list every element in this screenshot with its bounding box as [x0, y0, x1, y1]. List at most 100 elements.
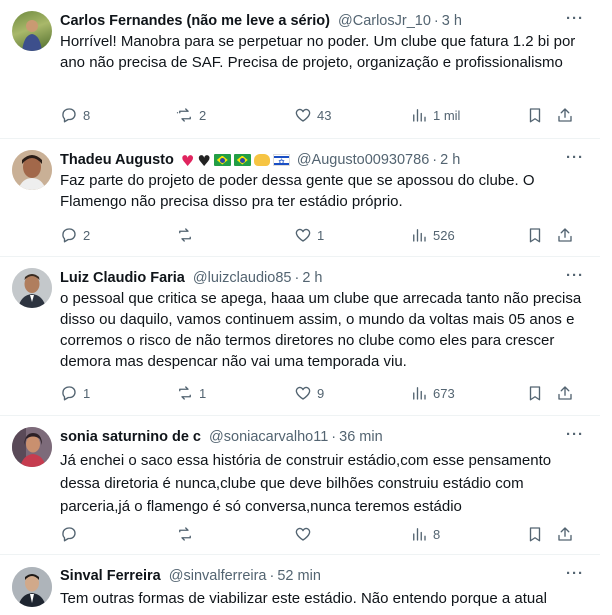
views-button[interactable]: 8 [410, 522, 440, 546]
separator-dot: · [269, 568, 275, 584]
black-heart-icon: ♥ [197, 152, 211, 170]
bookmark-button[interactable] [526, 103, 544, 127]
name-emojis: ♥ ♥ [180, 152, 297, 170]
separator-dot: · [432, 152, 438, 168]
repost-button[interactable]: 2 [176, 103, 206, 127]
views-button[interactable]: 526 [410, 223, 455, 247]
author-handle[interactable]: @CarlosJr_10 [338, 13, 431, 29]
author-handle[interactable]: @Augusto00930786 [297, 152, 429, 168]
views-icon [413, 528, 426, 541]
repost-icon [179, 386, 191, 400]
author-name[interactable]: Thadeu Augusto [60, 152, 174, 168]
author-handle[interactable]: @soniacarvalho11 [209, 429, 328, 445]
like-button[interactable]: 9 [294, 381, 324, 405]
repost-count: 2 [199, 107, 207, 123]
tweet-text: Já enchei o saco essa história de constr… [60, 452, 552, 515]
tweet-header: sonia saturnino de c @soniacarvalho11 · 36… [60, 427, 586, 447]
more-options-icon[interactable]: ··· [564, 267, 586, 287]
share-button[interactable] [556, 103, 574, 127]
view-count: 673 [433, 385, 455, 401]
more-options-icon[interactable]: ··· [564, 426, 586, 446]
author-name[interactable]: Carlos Fernandes (não me leve a sério) [60, 13, 330, 29]
tweet-header: Sinval Ferreira @sinvalferreira · 52 min [60, 566, 586, 586]
repost-button[interactable] [176, 522, 199, 546]
tweet-text: Horrível! Manobra para se perpetuar no p… [60, 33, 576, 71]
heart-icon [295, 228, 311, 242]
tweet[interactable]: sonia saturnino de c @soniacarvalho11 · 36… [0, 416, 600, 552]
share-button[interactable] [556, 381, 574, 405]
author-name[interactable]: sonia saturnino de c [60, 429, 201, 445]
timestamp[interactable]: 36 min [339, 429, 383, 445]
timestamp[interactable]: 52 min [277, 568, 321, 584]
share-icon [558, 228, 572, 242]
author-name[interactable]: Luiz Claudio Faria [60, 270, 185, 286]
author-handle[interactable]: @sinvalferreira [169, 568, 267, 584]
tweet[interactable]: Thadeu Augusto ♥♥ @Augusto00930786·2 h ·… [0, 139, 600, 259]
bookmark-button[interactable] [526, 223, 544, 247]
handshake-icon [253, 154, 270, 166]
repost-icon [179, 527, 191, 541]
reply-button[interactable] [60, 522, 83, 546]
views-icon [413, 109, 426, 122]
bookmark-button[interactable] [526, 381, 544, 405]
author-name[interactable]: Sinval Ferreira [60, 568, 161, 584]
avatar[interactable] [12, 11, 52, 51]
brazil-flag-icon [213, 154, 231, 166]
heart-icon [295, 108, 311, 122]
timestamp[interactable]: 2 h [440, 152, 460, 168]
tweet[interactable]: Luiz Claudio Faria @luizclaudio85 · 2 h ··… [0, 257, 600, 412]
avatar[interactable] [12, 427, 52, 467]
reply-button[interactable]: 2 [60, 223, 90, 247]
like-count: 1 [317, 227, 325, 243]
repost-icon [176, 108, 191, 122]
timestamp[interactable]: 2 h [302, 270, 322, 286]
reply-count: 8 [83, 107, 91, 123]
share-icon [558, 108, 572, 122]
view-count: 1 mil [433, 107, 461, 123]
like-button[interactable]: 1 [294, 223, 324, 247]
more-options-icon[interactable]: ··· [564, 565, 586, 585]
reply-icon [62, 228, 76, 243]
bookmark-icon [529, 527, 541, 542]
tweet-actions: 2 1 526 [60, 223, 588, 247]
view-count: 526 [433, 227, 455, 243]
avatar[interactable] [12, 268, 52, 308]
like-button[interactable]: 43 [294, 103, 331, 127]
tweet-actions: 8 [60, 522, 588, 546]
tweet-header: Luiz Claudio Faria @luizclaudio85 · 2 h [60, 268, 586, 288]
avatar[interactable] [12, 567, 52, 607]
repost-count: 1 [199, 385, 207, 401]
views-button[interactable]: 1 mil [410, 103, 460, 127]
share-button[interactable] [556, 522, 574, 546]
views-icon [413, 387, 426, 400]
tweet[interactable]: Sinval Ferreira @sinvalferreira · 52 min ·… [0, 555, 600, 615]
tweet[interactable]: Carlos Fernandes (não me leve a sério) @… [0, 0, 600, 133]
israel-flag-icon [272, 153, 290, 170]
reply-button[interactable]: 1 [60, 381, 90, 405]
heart-icon [295, 527, 311, 541]
author-handle[interactable]: @luizclaudio85 [193, 270, 292, 286]
bookmark-icon [529, 386, 541, 401]
timestamp[interactable]: 3 h [442, 13, 462, 29]
share-icon [558, 386, 572, 400]
view-count: 8 [433, 526, 441, 542]
views-button[interactable]: 673 [410, 381, 455, 405]
separator-dot: · [294, 270, 300, 286]
tweet-header: Thadeu Augusto ♥♥ @Augusto00930786·2 h [60, 150, 586, 170]
more-options-icon[interactable]: ··· [564, 10, 586, 30]
bookmark-icon [529, 108, 541, 123]
repost-button[interactable] [176, 223, 199, 247]
bookmark-button[interactable] [526, 522, 544, 546]
more-options-icon[interactable]: ··· [564, 149, 586, 169]
views-icon [413, 229, 426, 242]
like-button[interactable] [294, 522, 317, 546]
reply-button[interactable]: 8 [60, 103, 90, 127]
share-button[interactable] [556, 223, 574, 247]
heart-icon [295, 386, 311, 400]
like-count: 9 [317, 385, 325, 401]
avatar[interactable] [12, 150, 52, 190]
tweet-actions: 8 2 43 1 mil [60, 103, 588, 127]
repost-button[interactable]: 1 [176, 381, 206, 405]
tweet-text: o pessoal que critica se apega, haaa um … [60, 290, 582, 370]
red-heart-icon: ♥ [180, 152, 195, 170]
